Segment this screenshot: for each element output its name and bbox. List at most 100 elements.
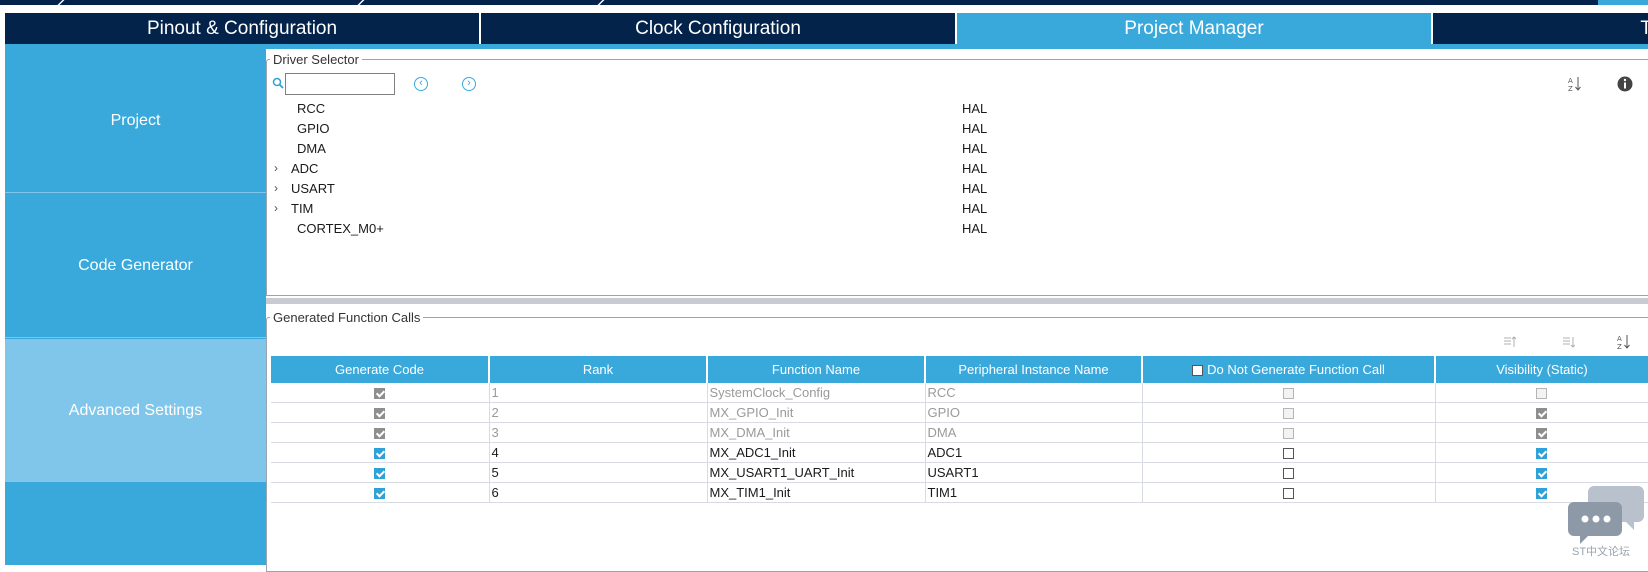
generate-code-checkbox[interactable] (374, 468, 386, 480)
driver-name: CORTEX_M0+ (297, 221, 384, 236)
table-row[interactable]: 5 MX_USART1_UART_Init USART1 (271, 462, 1648, 483)
sidebar-item-label: Advanced Settings (68, 401, 203, 419)
do-not-generate-checkbox (1283, 428, 1294, 440)
visibility-checkbox (1536, 428, 1547, 440)
generate-code-checkbox[interactable] (374, 488, 386, 500)
table-row[interactable]: 4 MX_ADC1_Init ADC1 (271, 442, 1648, 463)
table-row[interactable]: 6 MX_TIM1_Init TIM1 (271, 482, 1648, 503)
generate-code-checkbox (374, 408, 386, 420)
function-name-cell: SystemClock_Config (707, 383, 926, 403)
header-checkbox[interactable] (1192, 365, 1204, 377)
instance-cell: TIM1 (925, 482, 1143, 503)
table-row[interactable]: 2 MX_GPIO_Init GPIO (271, 402, 1648, 423)
info-icon[interactable] (1617, 76, 1633, 92)
rank-cell: 3 (489, 422, 708, 443)
sidebar-item-label: Code Generator (78, 256, 193, 274)
driver-name: DMA (297, 141, 326, 156)
rank-cell: 2 (489, 402, 708, 423)
do-not-generate-checkbox[interactable] (1283, 488, 1294, 500)
col-peripheral-instance-name[interactable]: Peripheral Instance Name (925, 356, 1143, 383)
strip-separator (57, 0, 65, 5)
sort-az-icon[interactable]: A Z (1568, 76, 1582, 92)
move-down-icon[interactable] (1561, 335, 1575, 349)
strip-separator (357, 0, 365, 5)
top-strip (0, 0, 1648, 5)
do-not-generate-checkbox[interactable] (1283, 468, 1294, 480)
driver-selector-legend: Driver Selector (273, 52, 359, 67)
driver-name: TIM (291, 201, 314, 216)
instance-cell: USART1 (925, 462, 1143, 483)
rank-cell: 4 (489, 442, 708, 463)
function-name-cell: MX_TIM1_Init (707, 482, 926, 503)
main-tabs: Pinout & Configuration Clock Configurati… (5, 13, 1648, 49)
sidebar-divider (5, 192, 266, 193)
function-name-cell: MX_ADC1_Init (707, 442, 926, 463)
search-previous-button[interactable]: ‹ (414, 77, 428, 91)
expand-chevron-icon[interactable]: › (274, 181, 278, 195)
rank-cell: 5 (489, 462, 708, 483)
sidebar: Project Code Generator Advanced Settings (5, 49, 266, 565)
table-row[interactable]: 1 SystemClock_Config RCC (271, 383, 1648, 403)
sidebar-item-advanced-settings[interactable]: Advanced Settings (5, 339, 266, 482)
search-next-button[interactable]: › (462, 77, 476, 91)
driver-name: RCC (297, 101, 326, 116)
generate-code-checkbox (374, 428, 386, 440)
col-do-not-generate-label: Do Not Generate Function Call (1207, 362, 1385, 377)
move-up-icon[interactable] (1502, 335, 1516, 349)
sort-az-icon[interactable]: A Z (1617, 334, 1631, 350)
visibility-checkbox[interactable] (1536, 468, 1547, 480)
col-do-not-generate[interactable]: Do Not Generate Function Call (1142, 356, 1436, 383)
driver-type[interactable]: HAL (962, 99, 987, 119)
generate-code-checkbox[interactable] (374, 448, 386, 460)
tab-project-manager[interactable]: Project Manager (957, 13, 1431, 44)
driver-type[interactable]: HAL (962, 139, 987, 159)
sidebar-item-code-generator[interactable]: Code Generator (5, 194, 266, 337)
col-generate-code[interactable]: Generate Code (271, 356, 490, 383)
driver-type[interactable]: HAL (962, 219, 987, 239)
driver-name: GPIO (297, 121, 330, 136)
instance-cell: RCC (925, 383, 1143, 403)
function-name-cell: MX_USART1_UART_Init (707, 462, 926, 483)
search-icon (272, 77, 284, 89)
watermark-text: ST中文论坛 (1572, 546, 1631, 558)
table-row[interactable]: 3 MX_DMA_Init DMA (271, 422, 1648, 443)
driver-type[interactable]: HAL (962, 119, 987, 139)
col-rank[interactable]: Rank (489, 356, 708, 383)
expand-chevron-icon[interactable]: › (274, 161, 278, 175)
col-function-name[interactable]: Function Name (707, 356, 926, 383)
instance-cell: DMA (925, 422, 1143, 443)
tab-pinout-configuration[interactable]: Pinout & Configuration (5, 13, 479, 44)
do-not-generate-checkbox (1283, 408, 1294, 420)
driver-name: USART (291, 181, 335, 196)
instance-cell: ADC1 (925, 442, 1143, 463)
svg-text:Z: Z (1568, 85, 1573, 92)
visibility-checkbox (1536, 388, 1547, 400)
driver-type[interactable]: HAL (962, 159, 987, 179)
tab-clock-configuration[interactable]: Clock Configuration (481, 13, 955, 44)
tab-tools[interactable]: T (1433, 13, 1648, 44)
generate-code-checkbox (374, 388, 386, 400)
function-name-cell: MX_DMA_Init (707, 422, 926, 443)
do-not-generate-checkbox (1283, 388, 1294, 400)
driver-type[interactable]: HAL (962, 179, 987, 199)
table-header-row: Generate Code Rank Function Name Periphe… (271, 356, 1648, 383)
panel-splitter[interactable] (266, 298, 1648, 304)
driver-search-input[interactable] (285, 73, 395, 95)
svg-text:A: A (1568, 77, 1573, 85)
visibility-checkbox[interactable] (1536, 448, 1547, 460)
col-visibility-static[interactable]: Visibility (Static) (1435, 356, 1648, 383)
do-not-generate-checkbox[interactable] (1283, 448, 1294, 460)
svg-text:Z: Z (1617, 343, 1622, 350)
sidebar-item-label: Project (110, 111, 161, 129)
svg-text:A: A (1617, 335, 1622, 343)
driver-type[interactable]: HAL (962, 199, 987, 219)
visibility-checkbox (1536, 408, 1547, 420)
expand-chevron-icon[interactable]: › (274, 201, 278, 215)
strip-accent (1598, 0, 1648, 5)
strip-separator (597, 0, 605, 5)
driver-name: ADC (291, 161, 319, 176)
sidebar-item-project[interactable]: Project (5, 49, 266, 192)
function-calls-legend: Generated Function Calls (273, 310, 421, 325)
instance-cell: GPIO (925, 402, 1143, 423)
visibility-checkbox[interactable] (1536, 488, 1547, 500)
